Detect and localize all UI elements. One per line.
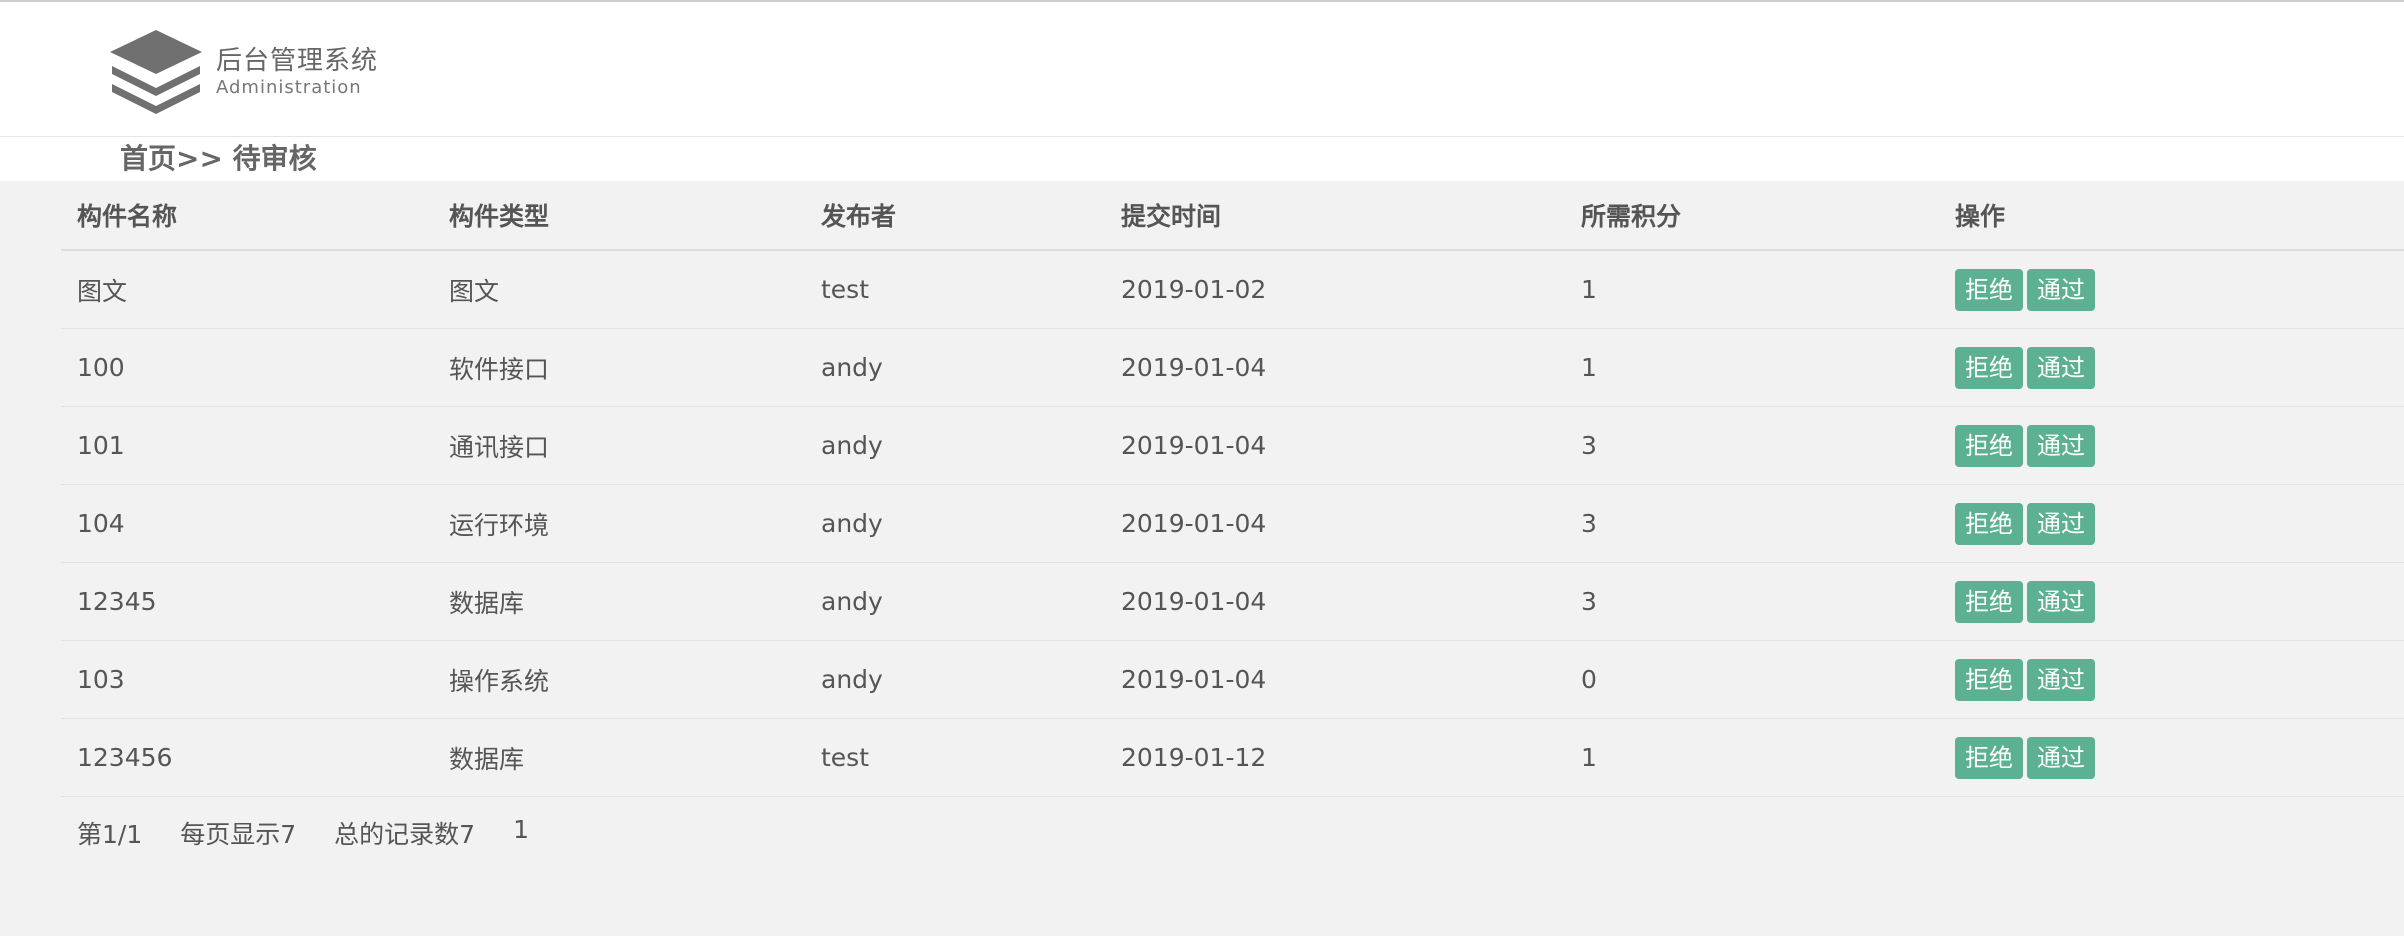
cell-actions: 拒绝 通过 <box>1939 406 2404 485</box>
approve-button[interactable]: 通过 <box>2027 658 2095 701</box>
cell-publisher: andy <box>805 484 1105 563</box>
cell-points: 1 <box>1565 328 1939 407</box>
reject-button[interactable]: 拒绝 <box>1955 736 2023 779</box>
cell-type: 软件接口 <box>433 328 805 407</box>
cell-actions: 拒绝 通过 <box>1939 640 2404 719</box>
cell-actions: 拒绝 通过 <box>1939 718 2404 797</box>
cell-publisher: andy <box>805 328 1105 407</box>
cell-publisher: andy <box>805 640 1105 719</box>
page-link-1[interactable]: 1 <box>513 815 529 851</box>
cell-actions: 拒绝 通过 <box>1939 250 2404 329</box>
cell-name: 104 <box>61 484 433 563</box>
cell-publisher: test <box>805 250 1105 329</box>
logo-subtitle: Administration <box>216 77 362 98</box>
approve-button[interactable]: 通过 <box>2027 580 2095 623</box>
reject-button[interactable]: 拒绝 <box>1955 424 2023 467</box>
reject-button[interactable]: 拒绝 <box>1955 580 2023 623</box>
cell-time: 2019-01-04 <box>1105 484 1565 563</box>
approve-button[interactable]: 通过 <box>2027 502 2095 545</box>
cell-name: 12345 <box>61 562 433 641</box>
cell-time: 2019-01-02 <box>1105 250 1565 329</box>
cell-name: 123456 <box>61 718 433 797</box>
cell-name: 103 <box>61 640 433 719</box>
logo-text: 后台管理系统 Administration <box>216 45 378 99</box>
cell-points: 1 <box>1565 718 1939 797</box>
pagination: 第1/1 每页显示7 总的记录数7 1 <box>61 797 2404 851</box>
cell-type: 图文 <box>433 250 805 329</box>
cell-points: 3 <box>1565 484 1939 563</box>
app-header: 后台管理系统 Administration <box>0 0 2404 137</box>
table-row: 103 操作系统 andy 2019-01-04 0 拒绝 通过 <box>61 640 2404 719</box>
cell-actions: 拒绝 通过 <box>1939 562 2404 641</box>
column-header-points: 所需积分 <box>1565 181 1939 251</box>
table-header-row: 构件名称 构件类型 发布者 提交时间 所需积分 操作 <box>61 181 2404 251</box>
cell-actions: 拒绝 通过 <box>1939 328 2404 407</box>
cell-type: 运行环境 <box>433 484 805 563</box>
breadcrumb-bar: 首页>> 待审核 <box>0 137 2404 181</box>
breadcrumb: 首页>> 待审核 <box>120 142 317 175</box>
cell-actions: 拒绝 通过 <box>1939 484 2404 563</box>
table-row: 100 软件接口 andy 2019-01-04 1 拒绝 通过 <box>61 328 2404 407</box>
cell-time: 2019-01-04 <box>1105 562 1565 641</box>
cell-points: 3 <box>1565 562 1939 641</box>
approve-button[interactable]: 通过 <box>2027 346 2095 389</box>
pending-review-panel: 构件名称 构件类型 发布者 提交时间 所需积分 操作 图文 图文 test 20… <box>61 181 2404 851</box>
cell-name: 图文 <box>61 250 433 329</box>
column-header-time: 提交时间 <box>1105 181 1565 251</box>
table-row: 101 通讯接口 andy 2019-01-04 3 拒绝 通过 <box>61 406 2404 485</box>
table-row: 123456 数据库 test 2019-01-12 1 拒绝 通过 <box>61 718 2404 797</box>
table-row: 12345 数据库 andy 2019-01-04 3 拒绝 通过 <box>61 562 2404 641</box>
cell-publisher: test <box>805 718 1105 797</box>
stacked-layers-icon <box>110 30 202 114</box>
per-page-count: 每页显示7 <box>180 820 297 849</box>
page-indicator: 第1/1 <box>77 820 143 849</box>
total-records: 总的记录数7 <box>334 820 476 849</box>
approve-button[interactable]: 通过 <box>2027 736 2095 779</box>
cell-type: 数据库 <box>433 718 805 797</box>
table-row: 104 运行环境 andy 2019-01-04 3 拒绝 通过 <box>61 484 2404 563</box>
approve-button[interactable]: 通过 <box>2027 268 2095 311</box>
cell-type: 数据库 <box>433 562 805 641</box>
logo[interactable]: 后台管理系统 Administration <box>102 26 378 118</box>
cell-type: 操作系统 <box>433 640 805 719</box>
logo-title: 后台管理系统 <box>216 46 379 76</box>
reject-button[interactable]: 拒绝 <box>1955 502 2023 545</box>
pending-components-table: 构件名称 构件类型 发布者 提交时间 所需积分 操作 图文 图文 test 20… <box>61 181 2404 797</box>
cell-publisher: andy <box>805 562 1105 641</box>
cell-name: 101 <box>61 406 433 485</box>
column-header-actions: 操作 <box>1939 181 2404 251</box>
cell-time: 2019-01-04 <box>1105 406 1565 485</box>
cell-type: 通讯接口 <box>433 406 805 485</box>
column-header-publisher: 发布者 <box>805 181 1105 251</box>
reject-button[interactable]: 拒绝 <box>1955 346 2023 389</box>
table-row: 图文 图文 test 2019-01-02 1 拒绝 通过 <box>61 250 2404 329</box>
column-header-name: 构件名称 <box>61 181 433 251</box>
cell-name: 100 <box>61 328 433 407</box>
cell-points: 0 <box>1565 640 1939 719</box>
reject-button[interactable]: 拒绝 <box>1955 658 2023 701</box>
approve-button[interactable]: 通过 <box>2027 424 2095 467</box>
cell-time: 2019-01-04 <box>1105 328 1565 407</box>
column-header-type: 构件类型 <box>433 181 805 251</box>
cell-time: 2019-01-12 <box>1105 718 1565 797</box>
reject-button[interactable]: 拒绝 <box>1955 268 2023 311</box>
cell-points: 1 <box>1565 250 1939 329</box>
cell-points: 3 <box>1565 406 1939 485</box>
cell-publisher: andy <box>805 406 1105 485</box>
cell-time: 2019-01-04 <box>1105 640 1565 719</box>
